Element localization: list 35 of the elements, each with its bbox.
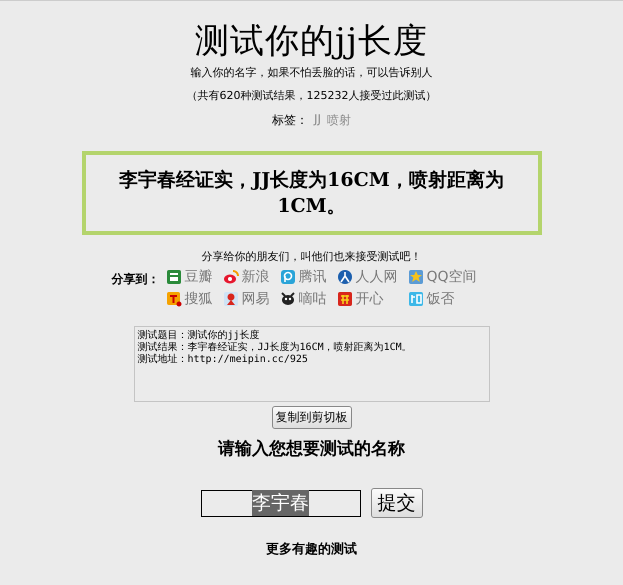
share-label: 分享到：: [112, 271, 160, 288]
copy-button[interactable]: 复制到剪切板: [272, 406, 352, 429]
share-prompt: 分享给你的朋友们，叫他们也来接受测试吧！: [202, 249, 422, 264]
square-icon[interactable]: [166, 291, 182, 307]
submit-button[interactable]: 提交: [370, 488, 422, 518]
share-link[interactable]: QQ空间: [426, 268, 477, 286]
tags-label: 标签：: [272, 112, 308, 129]
share-link[interactable]: 腾讯: [298, 268, 326, 286]
share-link[interactable]: 新浪: [242, 268, 270, 286]
circle-icon[interactable]: [336, 269, 352, 285]
share-link[interactable]: 嘀咕: [298, 290, 326, 308]
swirl-icon[interactable]: [280, 269, 296, 285]
share-link[interactable]: 开心: [356, 290, 384, 308]
figure-icon[interactable]: [222, 291, 238, 307]
tag-link[interactable]: JJ: [314, 112, 322, 129]
star-icon[interactable]: [408, 269, 424, 285]
result-text: 李宇春经证实，JJ长度为16CM，喷射距离为1CM。: [82, 151, 542, 235]
stats-text: （共有620种测试结果，125232人接受过此测试）: [186, 88, 436, 103]
square-icon[interactable]: [166, 269, 182, 285]
name-input-field[interactable]: 李宇春: [200, 490, 360, 516]
form-heading: 请输入您想要测试的名称: [218, 438, 405, 460]
more-heading: 更多有趣的测试: [266, 541, 357, 558]
share-link[interactable]: 饭否: [426, 290, 454, 308]
eye-icon[interactable]: [222, 269, 238, 285]
square-icon[interactable]: [336, 291, 352, 307]
square-icon[interactable]: [408, 291, 424, 307]
page-title: 测试你的jj长度: [194, 21, 428, 61]
share-link[interactable]: 网易: [242, 290, 270, 308]
tag-link[interactable]: 喷射: [327, 112, 352, 129]
subtitle: 输入你的名字，如果不怕丢脸的话，可以告诉别人: [190, 65, 432, 80]
creature-icon[interactable]: [280, 291, 296, 307]
summary-text-area[interactable]: 测试题目：测试你的jj长度 测试结果：李宇春经证实，JJ长度为16CM，喷射距离为1CM。 测试地址：http://meipin.cc/925: [134, 326, 490, 402]
share-link[interactable]: 搜狐: [184, 290, 212, 308]
share-link[interactable]: 豆瓣: [184, 268, 212, 286]
share-link[interactable]: 人人网: [356, 268, 398, 286]
